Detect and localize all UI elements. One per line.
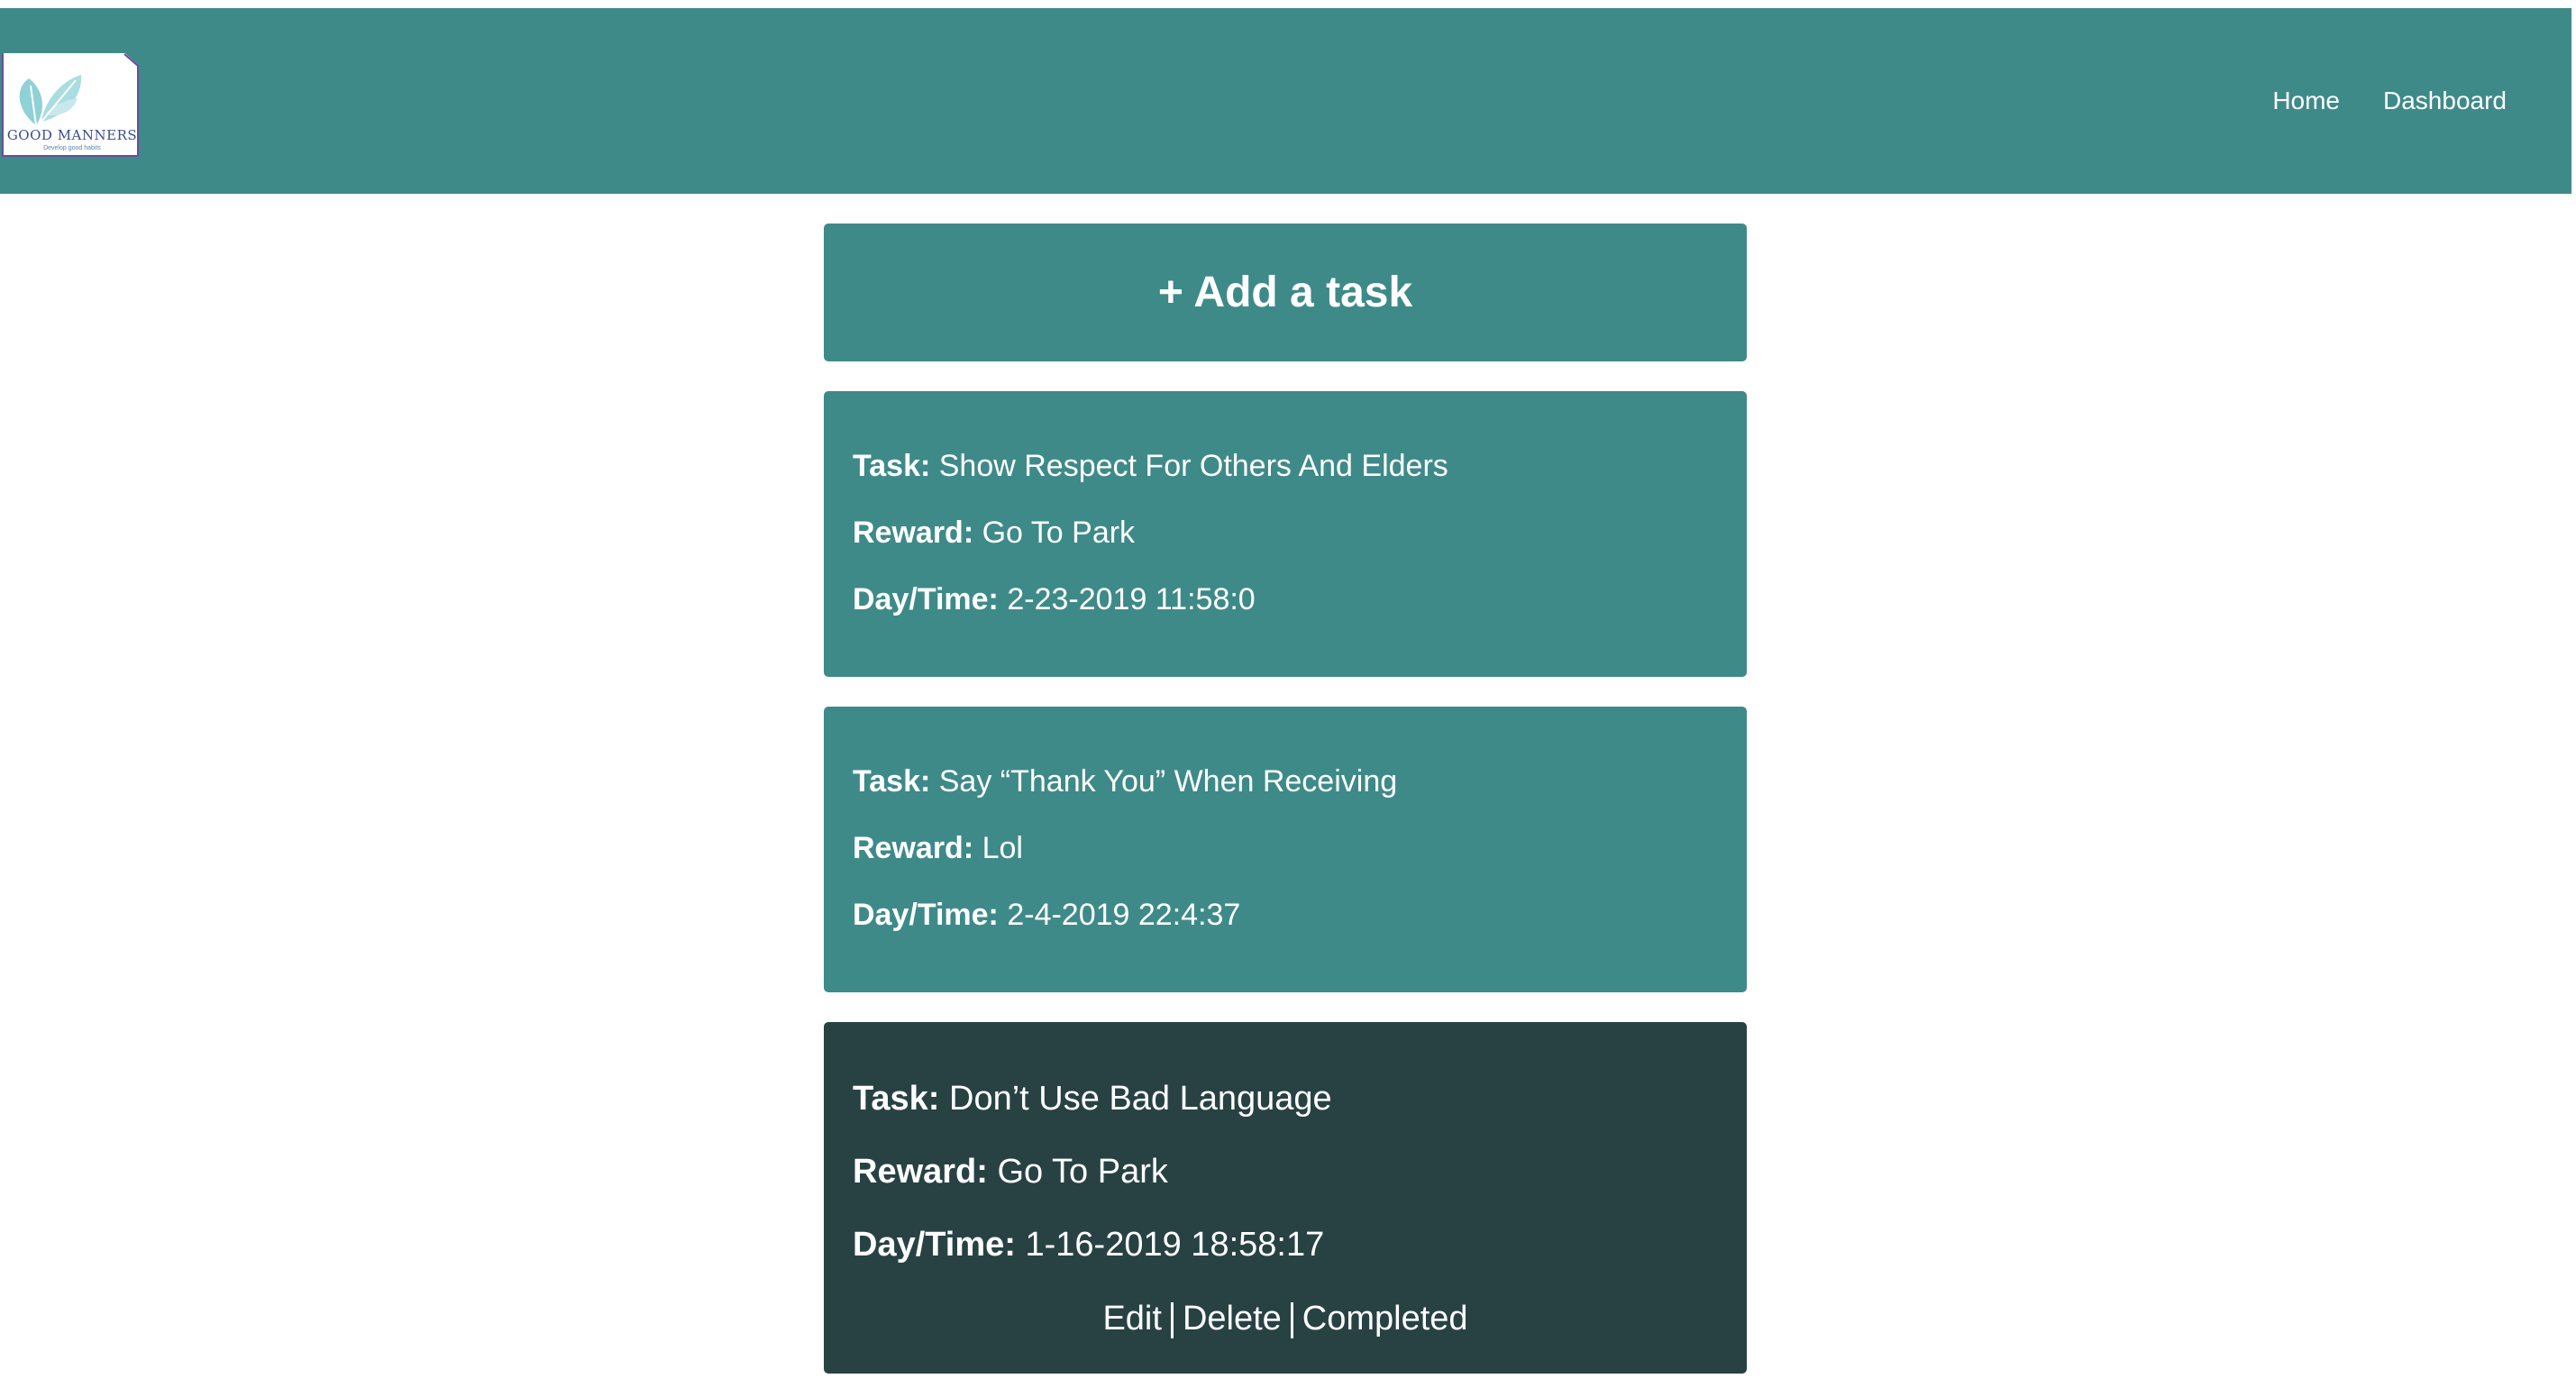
daytime-line: Day/Time: 2-4-2019 22:4:37 [853, 898, 1240, 933]
reward-line: Reward: Lol [853, 831, 1023, 866]
leaves-icon [19, 75, 82, 126]
task-value: Show Respect For Others And Elders [938, 449, 1448, 483]
delete-button[interactable]: Delete [1183, 1300, 1282, 1338]
reward-value: Lol [982, 831, 1023, 865]
daytime-label: Day/Time: [853, 898, 999, 932]
daytime-label: Day/Time: [853, 1226, 1016, 1264]
task-card[interactable]: Task: Show Respect For Others And Elders… [824, 391, 1747, 677]
reward-value: Go To Park [982, 516, 1136, 550]
nav-home-link[interactable]: Home [2272, 87, 2340, 115]
task-actions: Edit Delete Completed [824, 1300, 1747, 1338]
daytime-value: 2-4-2019 22:4:37 [1007, 898, 1241, 932]
task-label: Task: [853, 1080, 940, 1118]
task-label: Task: [853, 449, 931, 483]
completed-button[interactable]: Completed [1302, 1300, 1468, 1338]
reward-label: Reward: [853, 516, 974, 550]
task-line: Task: Show Respect For Others And Elders [853, 449, 1448, 484]
task-value: Say “Thank You” When Receiving [938, 764, 1398, 799]
daytime-label: Day/Time: [853, 582, 999, 616]
action-divider [1290, 1301, 1293, 1338]
daytime-value: 2-23-2019 11:58:0 [1007, 582, 1256, 616]
navbar: GOOD MANNERS Develop good habits Home Da… [0, 8, 2571, 194]
reward-value: Go To Park [997, 1153, 1168, 1191]
reward-line: Reward: Go To Park [853, 1153, 1168, 1192]
add-task-button[interactable]: + Add a task [824, 224, 1747, 361]
nav-dashboard-link[interactable]: Dashboard [2383, 87, 2507, 115]
reward-label: Reward: [853, 1153, 988, 1191]
task-value: Don’t Use Bad Language [949, 1080, 1332, 1118]
edit-button[interactable]: Edit [1102, 1300, 1161, 1338]
task-label: Task: [853, 764, 931, 799]
daytime-line: Day/Time: 2-23-2019 11:58:0 [853, 582, 1256, 617]
task-card-selected[interactable]: Task: Don’t Use Bad Language Reward: Go … [824, 1022, 1747, 1374]
reward-line: Reward: Go To Park [853, 516, 1135, 551]
logo-tagline: Develop good habits [43, 145, 101, 151]
nav-links: Home Dashboard [2272, 8, 2507, 194]
task-card[interactable]: Task: Say “Thank You” When Receiving Rew… [824, 707, 1747, 992]
action-divider [1170, 1301, 1174, 1338]
task-line: Task: Say “Thank You” When Receiving [853, 764, 1397, 799]
logo[interactable]: GOOD MANNERS Develop good habits [2, 53, 139, 157]
daytime-value: 1-16-2019 18:58:17 [1025, 1226, 1325, 1264]
logo-brand: GOOD MANNERS [6, 127, 138, 143]
reward-label: Reward: [853, 831, 974, 865]
daytime-line: Day/Time: 1-16-2019 18:58:17 [853, 1226, 1324, 1265]
task-line: Task: Don’t Use Bad Language [853, 1080, 1332, 1119]
